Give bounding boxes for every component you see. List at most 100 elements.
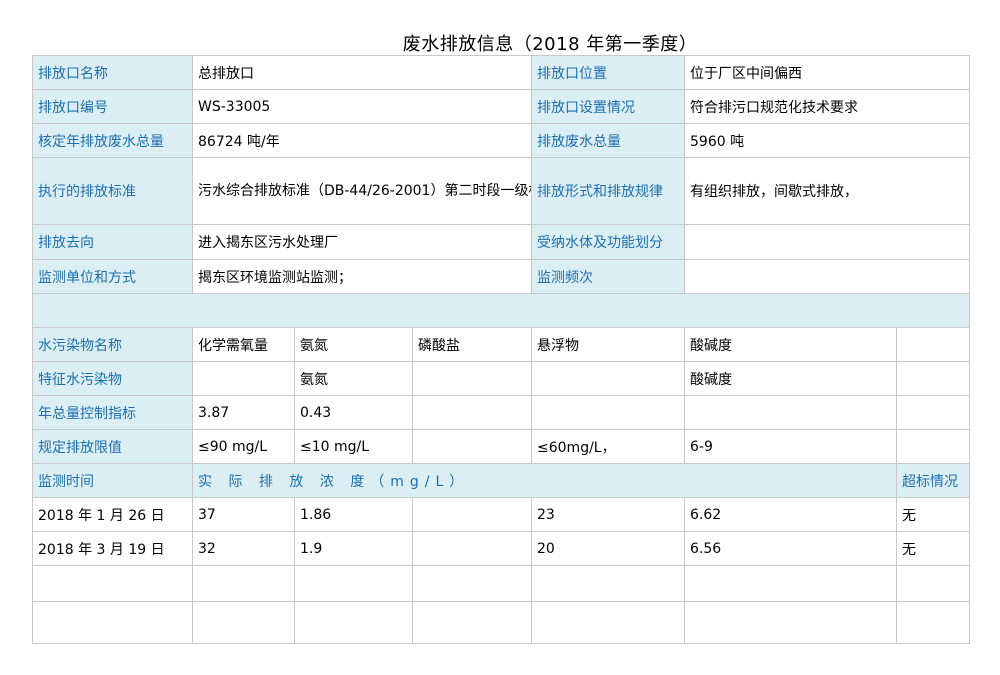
standard-value: 污水综合排放标准（DB-44/26-2001）第二时段一级标准 <box>191 157 533 225</box>
outlet-name-value: 总排放口 <box>191 55 533 90</box>
monitoring-row <box>32 565 971 602</box>
exceed-label: 超标情况 <box>896 463 971 498</box>
limit-cell: ≤90 mg/L <box>192 429 295 464</box>
feature-pollutant-cell: 氨氮 <box>294 361 413 396</box>
outlet-row-5: 排放去向 进入揭东区污水处理厂 受纳水体及功能划分 <box>32 224 971 260</box>
wastewater-table: 排放口名称 总排放口 排放口位置 位于厂区中间偏西 排放口编号 WS-33005… <box>31 55 971 644</box>
pollutant-name-cell <box>896 327 971 362</box>
monitoring-cell <box>684 565 898 602</box>
monitoring-cell <box>294 601 413 644</box>
pollutant-name-cell: 悬浮物 <box>531 327 686 362</box>
pollutant-name-row: 水污染物名称 化学需氧量 氨氮 磷酸盐 悬浮物 酸碱度 <box>32 327 971 362</box>
monitoring-cell <box>531 601 686 644</box>
monitoring-cell <box>192 565 295 602</box>
feature-pollutant-cell <box>192 361 295 396</box>
monitoring-date: 2018 年 1 月 26 日 <box>32 497 193 532</box>
monitor-unit-label: 监测单位和方式 <box>32 259 193 294</box>
receiving-water-label: 受纳水体及功能划分 <box>531 224 686 260</box>
pollutant-name-label: 水污染物名称 <box>32 327 193 362</box>
monitoring-exceed <box>896 565 971 602</box>
monitoring-cell <box>411 565 533 602</box>
monitoring-row: 2018 年 1 月 26 日 37 1.86 23 6.62 无 <box>32 497 971 532</box>
monitoring-header-row: 监测时间 实 际 排 放 浓 度（mg/L） 超标情况 <box>32 463 971 498</box>
discharge-form-value: 有组织排放，间歇式排放， <box>684 157 971 225</box>
feature-pollutant-cell: 酸碱度 <box>684 361 898 396</box>
feature-pollutant-cell <box>896 361 971 396</box>
pollutant-name-cell: 化学需氧量 <box>192 327 295 362</box>
monitoring-cell <box>411 497 533 532</box>
outlet-row-1: 排放口名称 总排放口 排放口位置 位于厂区中间偏西 <box>32 55 971 90</box>
monitoring-cell <box>192 601 295 644</box>
monitoring-cell <box>411 601 533 644</box>
standard-label: 执行的排放标准 <box>32 157 193 225</box>
pollutant-name-cell: 酸碱度 <box>684 327 898 362</box>
monitoring-cell <box>531 565 686 602</box>
control-index-cell <box>531 395 686 430</box>
monitoring-cell: 20 <box>531 531 686 566</box>
feature-pollutant-cell <box>531 361 686 396</box>
monitoring-cell: 37 <box>192 497 295 532</box>
outlet-row-4: 执行的排放标准 污水综合排放标准（DB-44/26-2001）第二时段一级标准 … <box>32 157 971 225</box>
control-index-row: 年总量控制指标 3.87 0.43 <box>32 395 971 430</box>
monitor-unit-value: 揭东区环境监测站监测； <box>191 259 533 294</box>
limit-label: 规定排放限值 <box>32 429 193 464</box>
outlet-row-2: 排放口编号 WS-33005 排放口设置情况 符合排污口规范化技术要求 <box>32 89 971 124</box>
monitoring-date: 2018 年 3 月 19 日 <box>32 531 193 566</box>
monitoring-row: 2018 年 3 月 19 日 32 1.9 20 6.56 无 <box>32 531 971 566</box>
monitoring-cell <box>411 531 533 566</box>
approved-total-label: 核定年排放废水总量 <box>32 123 193 158</box>
discharge-form-label: 排放形式和排放规律 <box>531 157 686 225</box>
control-index-cell: 0.43 <box>294 395 413 430</box>
feature-pollutant-row: 特征水污染物 氨氮 酸碱度 <box>32 361 971 396</box>
pollutant-name-cell: 磷酸盐 <box>411 327 533 362</box>
monitoring-row <box>32 601 971 644</box>
outlet-setup-label: 排放口设置情况 <box>531 89 686 124</box>
control-index-cell <box>684 395 898 430</box>
outlet-location-value: 位于厂区中间偏西 <box>684 55 971 90</box>
page-title: 废水排放信息（2018 年第一季度） <box>402 34 698 55</box>
discharge-total-value: 5960 吨 <box>684 123 971 158</box>
separator-band-cell <box>31 293 971 328</box>
outlet-code-label: 排放口编号 <box>32 89 193 124</box>
limit-cell: ≤10 mg/L <box>294 429 413 464</box>
discharge-total-label: 排放废水总量 <box>531 123 686 158</box>
monitoring-date <box>32 565 193 602</box>
outlet-code-value: WS-33005 <box>191 89 533 124</box>
limit-cell <box>896 429 971 464</box>
limit-cell: 6-9 <box>684 429 898 464</box>
feature-pollutant-label: 特征水污染物 <box>32 361 193 396</box>
monitoring-exceed: 无 <box>896 497 971 532</box>
limit-cell <box>411 429 533 464</box>
control-index-cell <box>411 395 533 430</box>
monitor-frequency-label: 监测频次 <box>531 259 686 294</box>
monitoring-cell: 32 <box>192 531 295 566</box>
monitoring-date <box>32 601 193 644</box>
limit-cell: ≤60mg/L， <box>531 429 686 464</box>
monitoring-exceed <box>896 601 971 644</box>
outlet-row-3: 核定年排放废水总量 86724 吨/年 排放废水总量 5960 吨 <box>32 123 971 158</box>
monitoring-cell: 1.9 <box>294 531 413 566</box>
monitoring-cell <box>294 565 413 602</box>
outlet-location-label: 排放口位置 <box>531 55 686 90</box>
outlet-name-label: 排放口名称 <box>32 55 193 90</box>
monitoring-time-label: 监测时间 <box>32 463 193 498</box>
monitoring-cell <box>684 601 898 644</box>
concentration-label: 实 际 排 放 浓 度（mg/L） <box>191 463 898 498</box>
control-index-cell <box>896 395 971 430</box>
direction-value: 进入揭东区污水处理厂 <box>191 224 533 260</box>
pollutant-name-cell: 氨氮 <box>294 327 413 362</box>
outlet-row-6: 监测单位和方式 揭东区环境监测站监测； 监测频次 <box>32 259 971 294</box>
monitoring-cell: 6.56 <box>684 531 898 566</box>
control-index-label: 年总量控制指标 <box>32 395 193 430</box>
direction-label: 排放去向 <box>32 224 193 260</box>
outlet-setup-value: 符合排污口规范化技术要求 <box>684 89 971 124</box>
monitor-frequency-value <box>684 259 971 294</box>
monitoring-cell: 6.62 <box>684 497 898 532</box>
control-index-cell: 3.87 <box>192 395 295 430</box>
feature-pollutant-cell <box>411 361 533 396</box>
limit-row: 规定排放限值 ≤90 mg/L ≤10 mg/L ≤60mg/L， 6-9 <box>32 429 971 464</box>
separator-band <box>31 293 971 328</box>
monitoring-exceed: 无 <box>896 531 971 566</box>
approved-total-value: 86724 吨/年 <box>191 123 533 158</box>
receiving-water-value <box>684 224 971 260</box>
